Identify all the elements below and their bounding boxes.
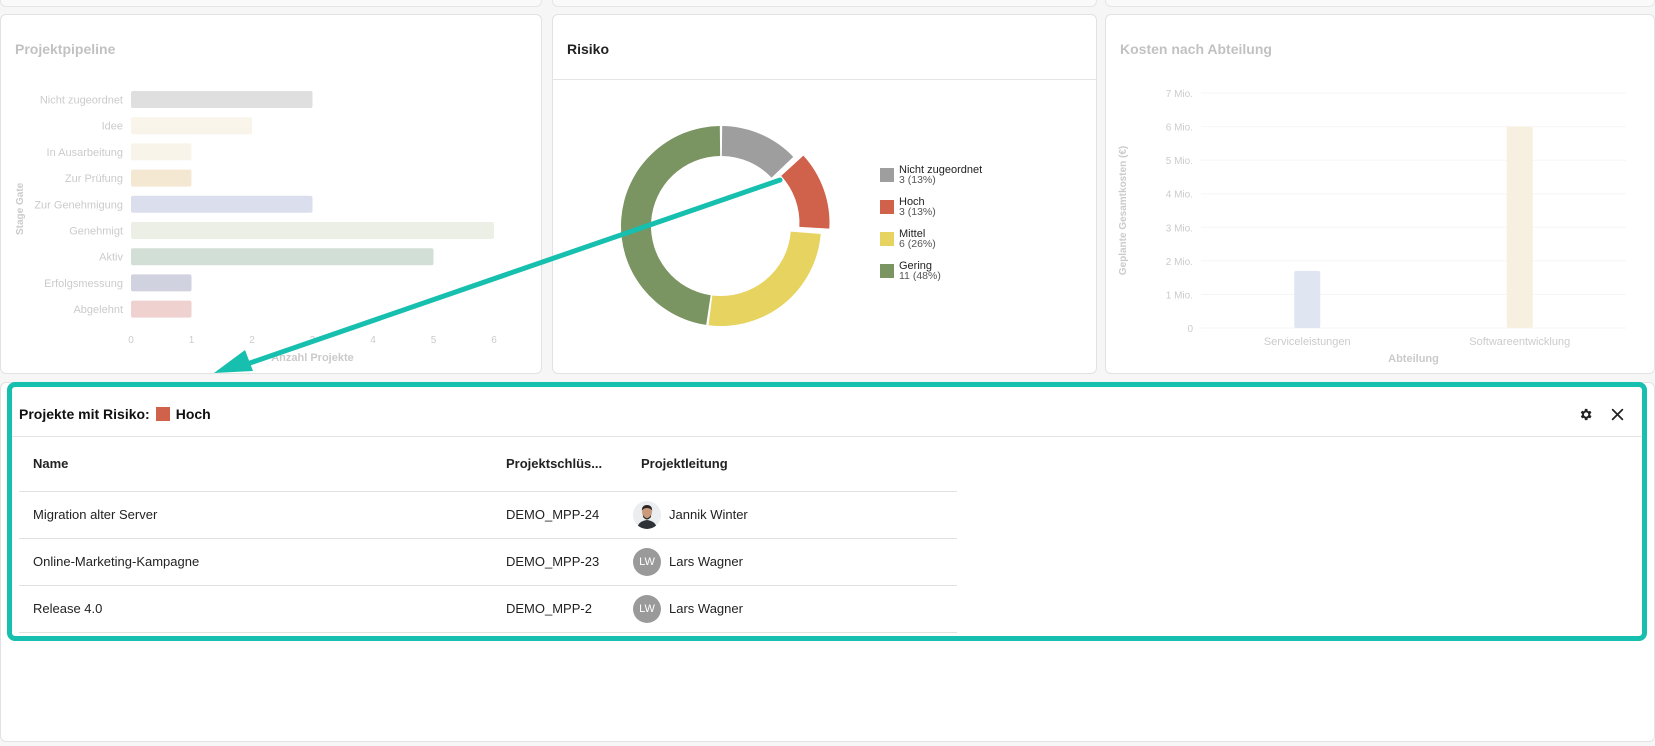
donut-slice: [781, 155, 830, 229]
costs-content: Kosten nach Abteilung 0 1 Mio. 2 Mio. 3 Mio…: [1106, 15, 1654, 373]
project-lead-cell: LW Lars Wagner: [627, 538, 957, 586]
legend-swatch: [880, 168, 894, 182]
panel-title-prefix: Projekte mit Risiko:: [19, 406, 150, 422]
column-header-name[interactable]: Name: [19, 437, 492, 492]
card-remnant: [552, 0, 1097, 7]
x-tick-label: 2: [249, 335, 255, 346]
y-axis-label: Stage Gate: [15, 182, 26, 235]
y-tick-label: 6 Mio.: [1166, 123, 1193, 134]
avatar: LW: [633, 594, 661, 623]
x-tick-label: Serviceleistungen: [1264, 336, 1351, 348]
project-lead-name: Lars Wagner: [669, 601, 743, 616]
legend-value: 11 (48%): [899, 270, 941, 282]
avatar: [633, 500, 661, 529]
category-label: Zur Prüfung: [65, 173, 123, 185]
y-tick-label: 5 Mio.: [1166, 156, 1193, 167]
panel-title: Projekte mit Risiko: Hoch: [19, 406, 211, 422]
bar: [1294, 270, 1321, 328]
category-label: Zur Genehmigung: [34, 199, 123, 211]
y-tick-label: 0: [1187, 324, 1193, 335]
bar: [131, 222, 494, 239]
legend-value: 3 (13%): [899, 174, 936, 186]
x-tick-label: 1: [189, 335, 195, 346]
project-lead-name: Lars Wagner: [669, 554, 743, 569]
y-tick-label: 7 Mio.: [1166, 89, 1193, 100]
legend-value: 3 (13%): [899, 206, 936, 218]
donut-slice: [721, 126, 794, 178]
y-tick-label: 1 Mio.: [1166, 290, 1193, 301]
close-icon[interactable]: [1606, 403, 1628, 425]
category-label: Aktiv: [99, 252, 123, 264]
project-name[interactable]: Release 4.0: [19, 585, 492, 633]
bar: [131, 195, 313, 213]
panel-risk-label: Hoch: [175, 406, 211, 422]
legend-swatch: [880, 264, 894, 278]
bar: [131, 143, 192, 161]
x-tick-label: 3: [310, 335, 316, 346]
y-tick-label: 2 Mio.: [1166, 257, 1193, 268]
project-key: DEMO_MPP-24: [492, 491, 627, 539]
projects-table: Name Projektschlüs... Projektleitung Mig…: [19, 437, 957, 633]
y-tick-label: 4 Mio.: [1166, 190, 1193, 201]
category-label: Abgelehnt: [73, 304, 123, 316]
x-axis-label: Anzahl Projekte: [271, 352, 354, 364]
category-label: Nicht zugeordnet: [40, 95, 123, 107]
pipeline-card: Projektpipeline Nicht zugeordnet Idee In A…: [0, 14, 542, 374]
pipeline-title: Projektpipeline: [15, 41, 116, 57]
divider: [553, 79, 1096, 80]
y-tick-label: 3 Mio.: [1166, 223, 1193, 234]
project-lead-name: Jannik Winter: [669, 507, 748, 522]
project-lead-cell: LW Lars Wagner: [627, 585, 957, 633]
category-label: Genehmigt: [69, 226, 123, 238]
x-axis-label: Abteilung: [1388, 353, 1439, 365]
bar: [131, 91, 313, 108]
bar: [131, 248, 434, 266]
project-name[interactable]: Online-Marketing-Kampagne: [19, 538, 492, 586]
category-label: In Ausarbeitung: [47, 147, 123, 159]
bar: [1506, 126, 1533, 328]
donut-slice: [708, 231, 821, 326]
risk-card: Risiko Nicht zugeordnet 3 (13%) Hoch 3 (13%…: [552, 14, 1097, 374]
avatar: LW: [633, 547, 661, 576]
table-row[interactable]: Online-Marketing-Kampagne DEMO_MPP-23 LW…: [19, 538, 957, 586]
table-header-row: Name Projektschlüs... Projektleitung: [19, 437, 957, 492]
project-key: DEMO_MPP-2: [492, 585, 627, 633]
x-tick-label: Softwareentwicklung: [1469, 336, 1570, 348]
x-tick-label: 6: [491, 335, 497, 346]
column-header-lead[interactable]: Projektleitung: [627, 437, 957, 492]
bar: [131, 169, 192, 187]
project-lead-cell: Jannik Winter: [627, 491, 957, 539]
x-tick-label: 0: [128, 335, 134, 346]
bar: [131, 300, 192, 318]
legend-value: 6 (26%): [899, 238, 936, 250]
project-key: DEMO_MPP-23: [492, 538, 627, 586]
x-tick-label: 5: [431, 335, 437, 346]
pipeline-content: Projektpipeline Nicht zugeordnet Idee In A…: [1, 15, 541, 373]
risk-projects-panel: Projekte mit Risiko: Hoch Name Projektsc…: [7, 382, 1647, 641]
donut-slice: [621, 126, 721, 325]
legend-swatch: [880, 232, 894, 246]
column-header-key[interactable]: Projektschlüs...: [492, 437, 627, 492]
legend-swatch: [880, 200, 894, 214]
card-remnant: [0, 0, 542, 7]
costs-chart: 0 1 Mio. 2 Mio. 3 Mio. 4 Mio. 5 Mio. 6 Mio. 7 M…: [1118, 89, 1626, 365]
pipeline-chart: Nicht zugeordnet Idee In Ausarbeitung Zur P…: [15, 91, 497, 364]
risk-title: Risiko: [567, 41, 610, 57]
category-label: Idee: [102, 121, 123, 133]
risk-color-swatch: [155, 407, 170, 421]
card-remnant: [1105, 0, 1655, 7]
table-row[interactable]: Release 4.0 DEMO_MPP-2 LW Lars Wagner: [19, 585, 957, 633]
risk-donut-chart: Nicht zugeordnet3 (13%)Hoch3 (13%)Mittel…: [621, 126, 982, 326]
table-row[interactable]: Migration alter Server DEMO_MPP-24 Janni…: [19, 491, 957, 539]
category-label: Erfolgsmessung: [44, 278, 123, 290]
project-name[interactable]: Migration alter Server: [19, 491, 492, 539]
y-axis-label: Geplante Gesamtkosten (€): [1118, 146, 1129, 275]
costs-card: Kosten nach Abteilung 0 1 Mio. 2 Mio. 3 Mio…: [1105, 14, 1655, 374]
x-tick-label: 4: [370, 335, 376, 346]
bar: [131, 274, 192, 292]
gear-icon[interactable]: [1574, 403, 1596, 425]
costs-title: Kosten nach Abteilung: [1120, 41, 1272, 57]
bar: [131, 117, 252, 135]
